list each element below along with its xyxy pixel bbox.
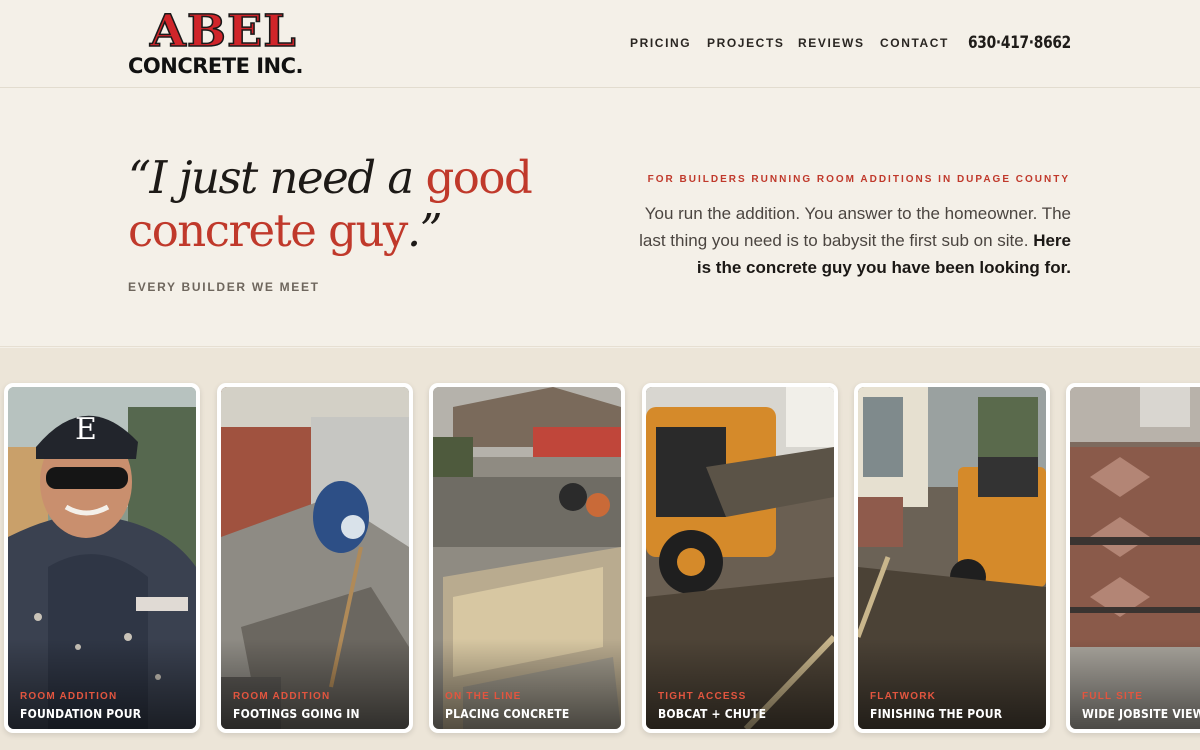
hero-intro-paragraph: You run the addition. You answer to the … (621, 200, 1071, 281)
gallery-card[interactable]: ON THE LINE PLACING CONCRETE (429, 383, 625, 733)
quote-text-open: “I just need a (128, 151, 414, 204)
gallery-card-title: WIDE JOBSITE VIEW (1082, 707, 1200, 721)
gallery-card[interactable]: TIGHT ACCESS BOBCAT + CHUTE (642, 383, 838, 733)
gallery-card-tag: FLATWORK (870, 691, 937, 702)
gallery-card-title: FOUNDATION POUR (20, 707, 142, 721)
gallery-card-tag: ROOM ADDITION (233, 691, 331, 702)
quote-attribution: EVERY BUILDER WE MEET (128, 280, 320, 294)
gallery-card[interactable]: E ROOM ADDITION FOUNDATION POUR (4, 383, 200, 733)
quote-text-close: .” (406, 204, 443, 257)
phone-number-link[interactable]: 630·417·8662 (968, 33, 1071, 53)
gallery-photo: FULL SITE WIDE JOBSITE VIEW (1070, 387, 1200, 729)
gallery-card-title: PLACING CONCRETE (445, 707, 570, 721)
gallery-card-tag: ROOM ADDITION (20, 691, 118, 702)
project-gallery: E ROOM ADDITION FOUNDATION POUR ROOM ADD… (0, 348, 1200, 750)
gallery-card-tag: ON THE LINE (445, 691, 522, 702)
gallery-photo: TIGHT ACCESS BOBCAT + CHUTE (646, 387, 834, 729)
intro-plain-text: You run the addition. You answer to the … (639, 204, 1071, 250)
gallery-card-title: BOBCAT + CHUTE (658, 707, 767, 721)
gallery-photo: E ROOM ADDITION FOUNDATION POUR (8, 387, 196, 729)
gallery-card-tag: TIGHT ACCESS (658, 691, 747, 702)
gallery-photo: FLATWORK FINISHING THE POUR (858, 387, 1046, 729)
nav-projects-link[interactable]: PROJECTS (707, 36, 784, 50)
gallery-card[interactable]: FULL SITE WIDE JOBSITE VIEW (1066, 383, 1200, 733)
svg-text:E: E (75, 412, 97, 447)
quote-text-line2: concrete guy (128, 204, 408, 257)
logo-wordmark-concrete: CONCRETE INC. (128, 54, 304, 78)
nav-pricing-link[interactable]: PRICING (630, 36, 691, 50)
gallery-card-title: FOOTINGS GOING IN (233, 707, 360, 721)
hero-section: “I just need a good concrete guy.” EVERY… (0, 89, 1200, 347)
hero-quote: “I just need a good concrete guy.” (128, 151, 548, 257)
gallery-card-title: FINISHING THE POUR (870, 707, 1003, 721)
gallery-card[interactable]: FLATWORK FINISHING THE POUR (854, 383, 1050, 733)
logo-wordmark-abel: ABEL (149, 6, 297, 57)
gallery-card[interactable]: ROOM ADDITION FOOTINGS GOING IN (217, 383, 413, 733)
company-logo[interactable]: ABEL CONCRETE INC. (128, 6, 318, 80)
nav-reviews-link[interactable]: REVIEWS (798, 36, 865, 50)
hero-eyebrow: FOR BUILDERS RUNNING ROOM ADDITIONS IN D… (647, 174, 1070, 185)
gallery-card-tag: FULL SITE (1082, 691, 1144, 702)
quote-text-good: good (425, 151, 533, 204)
site-header: ABEL CONCRETE INC. PRICING PROJECTS REVI… (0, 0, 1200, 88)
nav-contact-link[interactable]: CONTACT (880, 36, 949, 50)
gallery-photo: ROOM ADDITION FOOTINGS GOING IN (221, 387, 409, 729)
gallery-photo: ON THE LINE PLACING CONCRETE (433, 387, 621, 729)
